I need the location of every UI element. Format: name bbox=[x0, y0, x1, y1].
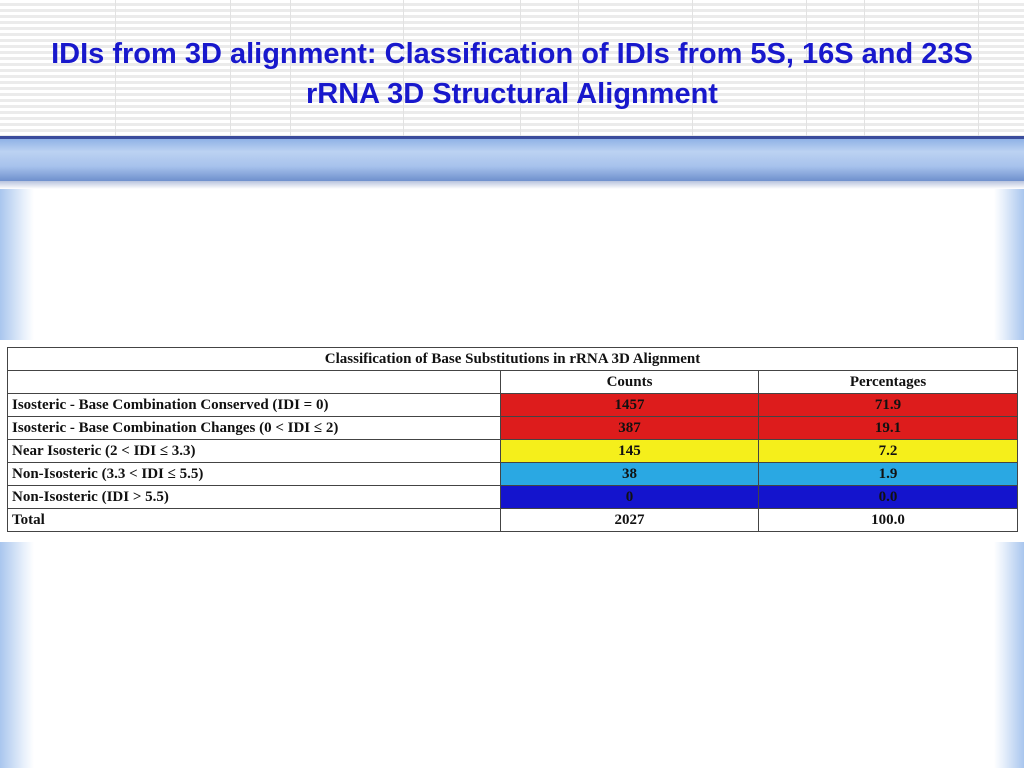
table-row: Near Isosteric (2 < IDI ≤ 3.3) 145 7.2 bbox=[7, 439, 1018, 463]
table-row: Isosteric - Base Combination Conserved (… bbox=[7, 393, 1018, 417]
classification-table: Classification of Base Substitutions in … bbox=[7, 347, 1018, 532]
table-row: Non-Isosteric (3.3 < IDI ≤ 5.5) 38 1.9 bbox=[7, 462, 1018, 486]
row-count: 38 bbox=[500, 462, 759, 486]
column-header-label bbox=[7, 370, 501, 394]
row-count: 145 bbox=[500, 439, 759, 463]
row-label: Non-Isosteric (IDI > 5.5) bbox=[7, 485, 501, 509]
row-label: Isosteric - Base Combination Changes (0 … bbox=[7, 416, 501, 440]
column-header-percentages: Percentages bbox=[758, 370, 1018, 394]
row-percent: 0.0 bbox=[758, 485, 1018, 509]
row-count: 1457 bbox=[500, 393, 759, 417]
table-row: Non-Isosteric (IDI > 5.5) 0 0.0 bbox=[7, 485, 1018, 509]
row-percent: 7.2 bbox=[758, 439, 1018, 463]
slide-header: IDIs from 3D alignment: Classification o… bbox=[0, 0, 1024, 136]
header-band bbox=[0, 139, 1024, 181]
row-percent: 71.9 bbox=[758, 393, 1018, 417]
row-count: 387 bbox=[500, 416, 759, 440]
slide-title: IDIs from 3D alignment: Classification o… bbox=[51, 38, 973, 110]
table-caption-row: Classification of Base Substitutions in … bbox=[7, 347, 1018, 371]
table-total-row: Total 2027 100.0 bbox=[7, 508, 1018, 532]
row-label: Near Isosteric (2 < IDI ≤ 3.3) bbox=[7, 439, 501, 463]
total-count: 2027 bbox=[500, 508, 759, 532]
row-percent: 1.9 bbox=[758, 462, 1018, 486]
column-header-counts: Counts bbox=[500, 370, 759, 394]
row-label: Isosteric - Base Combination Conserved (… bbox=[7, 393, 501, 417]
table-header-row: Counts Percentages bbox=[7, 370, 1018, 394]
table-panel: Classification of Base Substitutions in … bbox=[0, 340, 1024, 542]
table-caption: Classification of Base Substitutions in … bbox=[7, 347, 1018, 371]
total-label: Total bbox=[7, 508, 501, 532]
header-band-shadow bbox=[0, 181, 1024, 189]
table-row: Isosteric - Base Combination Changes (0 … bbox=[7, 416, 1018, 440]
row-label: Non-Isosteric (3.3 < IDI ≤ 5.5) bbox=[7, 462, 501, 486]
total-percent: 100.0 bbox=[758, 508, 1018, 532]
row-percent: 19.1 bbox=[758, 416, 1018, 440]
row-count: 0 bbox=[500, 485, 759, 509]
